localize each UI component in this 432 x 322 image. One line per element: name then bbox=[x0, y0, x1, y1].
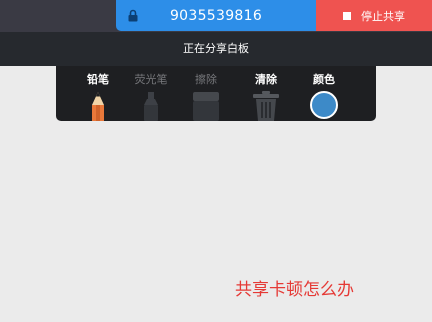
meeting-id-number: 9035539816 bbox=[169, 7, 263, 24]
stop-icon bbox=[343, 11, 351, 20]
tool-clear-label: 清除 bbox=[255, 73, 277, 86]
sharing-status-text: 正在分享白板 bbox=[183, 42, 249, 55]
tool-color[interactable]: 颜色 bbox=[299, 66, 349, 121]
tool-eraser: 擦除 bbox=[181, 66, 231, 121]
lag-help-link[interactable]: 共享卡顿怎么办 bbox=[235, 275, 354, 300]
tool-highlighter: 荧光笔 bbox=[126, 66, 176, 121]
stop-share-label: 停止共享 bbox=[361, 9, 405, 23]
color-swatch-icon bbox=[310, 91, 338, 119]
tool-clear[interactable]: 清除 bbox=[241, 66, 291, 121]
share-bar: 9035539816 停止共享 bbox=[116, 0, 432, 31]
tool-highlighter-label: 荧光笔 bbox=[134, 73, 168, 86]
sharing-status-bar: 正在分享白板 bbox=[0, 32, 432, 66]
tool-eraser-label: 擦除 bbox=[195, 73, 217, 86]
meeting-id-display: 9035539816 bbox=[116, 0, 316, 31]
highlighter-icon bbox=[144, 92, 158, 121]
whiteboard-toolbar: 铅笔 荧光笔 擦除 清除 颜色 bbox=[56, 66, 376, 121]
tool-pencil[interactable]: 铅笔 bbox=[73, 66, 123, 121]
trash-icon bbox=[253, 91, 279, 121]
tool-color-label: 颜色 bbox=[313, 73, 335, 86]
lock-icon bbox=[128, 9, 138, 22]
eraser-icon bbox=[193, 92, 219, 121]
tool-pencil-label: 铅笔 bbox=[87, 73, 109, 86]
stop-share-button[interactable]: 停止共享 bbox=[316, 0, 432, 31]
pencil-icon bbox=[92, 92, 104, 121]
